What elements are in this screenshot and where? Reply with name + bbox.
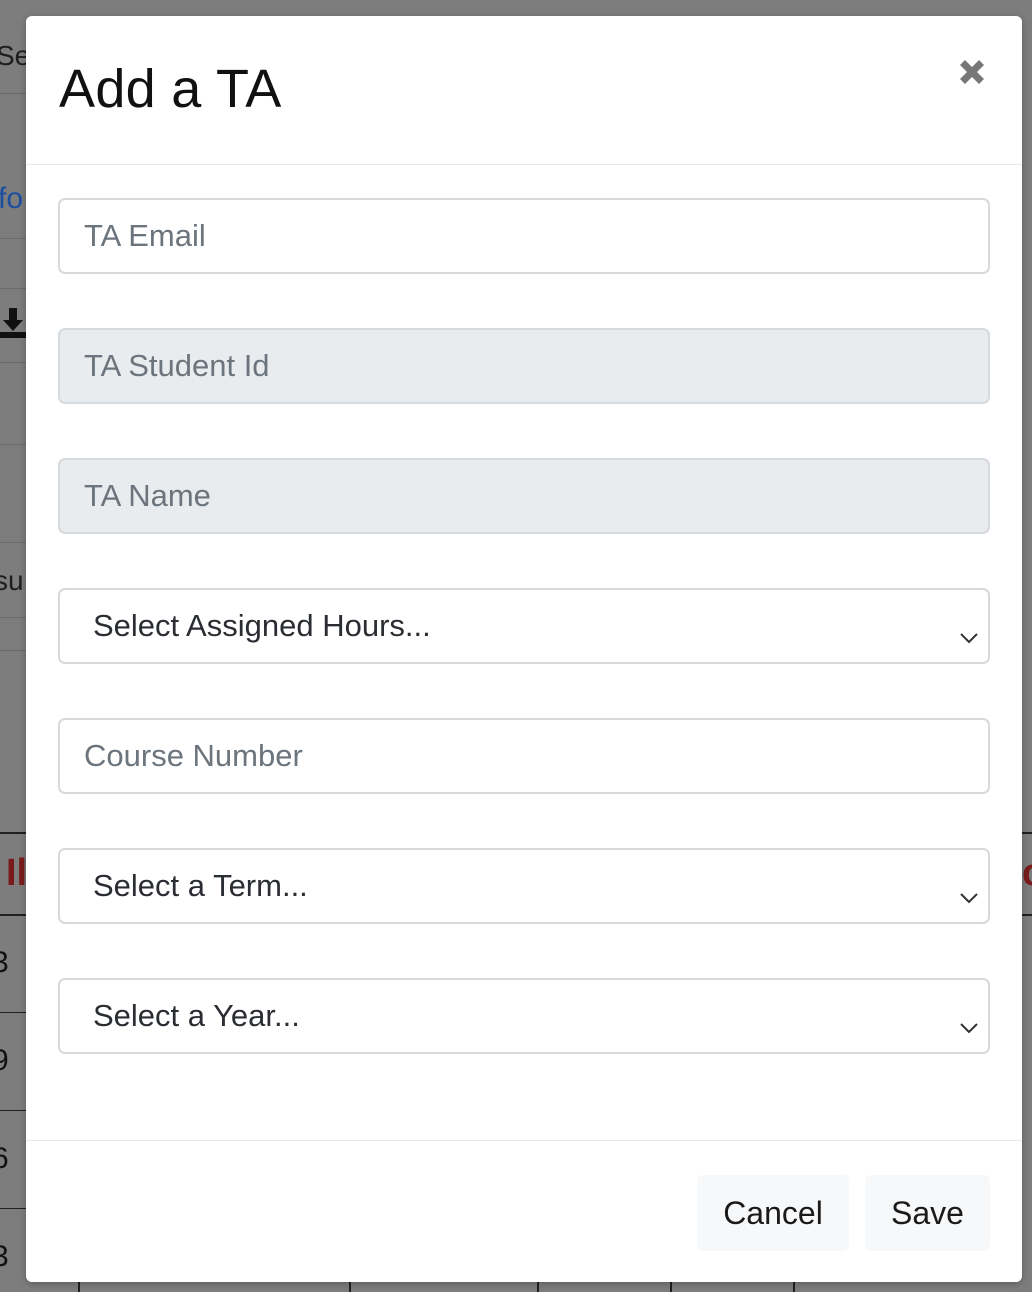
- modal-footer: Cancel Save: [26, 1140, 1022, 1282]
- close-button[interactable]: [952, 54, 992, 94]
- bg-divider: [0, 444, 26, 445]
- bg-table-border: [0, 1012, 26, 1013]
- bg-divider: [0, 288, 26, 289]
- bg-divider: [0, 650, 26, 651]
- bg-table-col: [78, 1282, 80, 1292]
- bg-table-header: Il: [6, 852, 28, 894]
- term-selected: Select a Term...: [93, 868, 308, 903]
- save-button[interactable]: Save: [865, 1175, 990, 1251]
- bg-table-border: [0, 1208, 26, 1209]
- bg-table-col: [670, 1282, 672, 1292]
- ta-email-input[interactable]: TA Email: [58, 198, 990, 274]
- bg-table-col: [537, 1282, 539, 1292]
- bg-divider: [0, 238, 26, 239]
- bg-table-cell: 9: [0, 1044, 9, 1077]
- ta-name-input: TA Name: [58, 458, 990, 534]
- bg-table-border: [1022, 832, 1032, 834]
- assigned-hours-selected: Select Assigned Hours...: [93, 608, 431, 643]
- cancel-button[interactable]: Cancel: [697, 1175, 849, 1251]
- ta-student-id-placeholder: TA Student Id: [84, 348, 270, 383]
- modal-body: TA Email TA Student Id TA Name Select As…: [26, 165, 1022, 1054]
- course-number-placeholder: Course Number: [84, 738, 303, 773]
- download-icon: [0, 306, 26, 338]
- modal-title: Add a TA: [59, 59, 282, 119]
- bg-table-cell: 3: [0, 946, 9, 979]
- year-select[interactable]: Select a Year...: [58, 978, 990, 1054]
- bg-divider: [0, 542, 26, 543]
- bg-table-cell: 3: [0, 1240, 9, 1273]
- chevron-down-icon: [958, 618, 980, 644]
- term-select[interactable]: Select a Term...: [58, 848, 990, 924]
- bg-fragment-link: fo: [0, 182, 24, 215]
- bg-table-col: [349, 1282, 351, 1292]
- add-ta-modal: Add a TA TA Email TA Student Id TA Name …: [26, 16, 1022, 1282]
- bg-table-col: [793, 1282, 795, 1292]
- bg-table-border: [0, 914, 26, 916]
- bg-divider: [0, 617, 26, 618]
- bg-divider: [0, 93, 26, 94]
- bg-table-border: [0, 1110, 26, 1111]
- chevron-down-icon: [958, 1008, 980, 1034]
- year-selected: Select a Year...: [93, 998, 300, 1033]
- close-icon: [955, 55, 989, 94]
- bg-table-border: [1022, 914, 1032, 916]
- ta-email-placeholder: TA Email: [84, 218, 206, 253]
- ta-student-id-input: TA Student Id: [58, 328, 990, 404]
- assigned-hours-select[interactable]: Select Assigned Hours...: [58, 588, 990, 664]
- bg-fragment-text: su: [0, 565, 24, 596]
- course-number-input[interactable]: Course Number: [58, 718, 990, 794]
- bg-table-border: [0, 832, 26, 834]
- bg-table-cell: 6: [0, 1142, 9, 1175]
- bg-table-header-right: c: [1022, 852, 1032, 895]
- ta-name-placeholder: TA Name: [84, 478, 211, 513]
- modal-header: Add a TA: [26, 16, 1022, 165]
- bg-divider: [0, 362, 26, 363]
- chevron-down-icon: [958, 878, 980, 904]
